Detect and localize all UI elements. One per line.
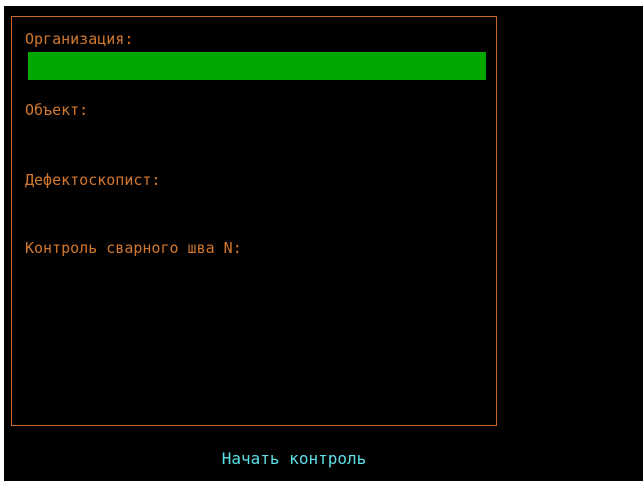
weld-number-field[interactable] <box>28 260 486 288</box>
inspector-field[interactable] <box>28 192 486 220</box>
object-field[interactable] <box>28 122 486 150</box>
start-control-button[interactable]: Начать контроль <box>196 448 392 470</box>
inspector-label: Дефектоскопист: <box>25 171 161 189</box>
organization-field[interactable] <box>28 52 486 80</box>
weld-control-label: Контроль сварного шва N: <box>25 239 242 257</box>
object-label: Объект: <box>25 101 89 119</box>
organization-label: Организация: <box>25 30 134 48</box>
